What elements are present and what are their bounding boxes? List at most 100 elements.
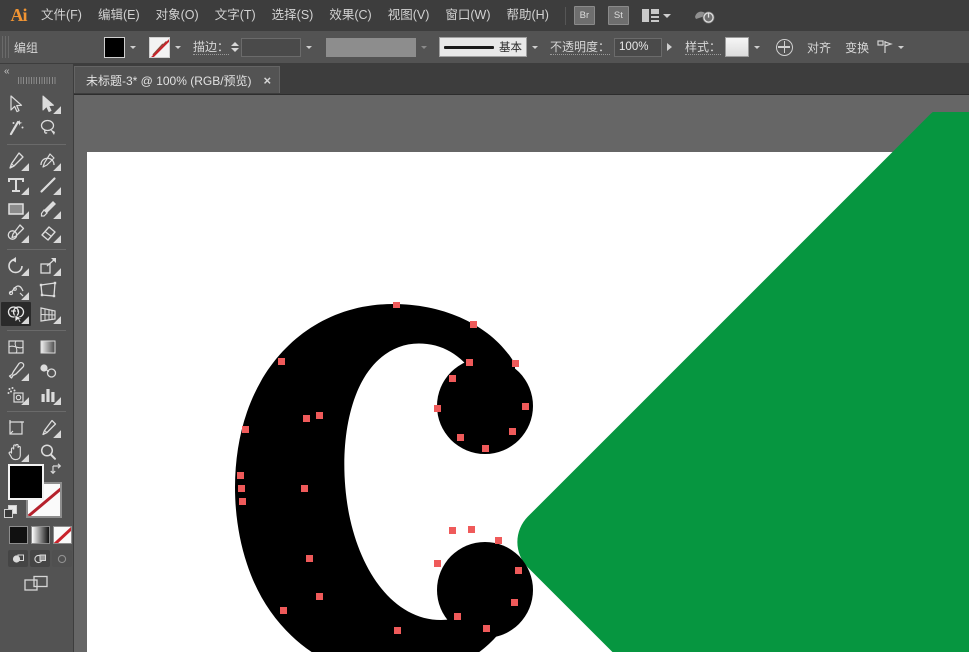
menu-window[interactable]: 窗口(W): [437, 0, 498, 31]
zoom-tool[interactable]: [33, 440, 63, 464]
tools-row: [0, 173, 73, 197]
brush-definition-select[interactable]: 基本: [439, 37, 527, 57]
stroke-weight-chevron-down-icon[interactable]: [301, 37, 316, 57]
graphic-style-swatch[interactable]: [725, 37, 749, 57]
brush-chevron-down-icon[interactable]: [527, 37, 542, 57]
menu-select[interactable]: 选择(S): [264, 0, 322, 31]
menu-help[interactable]: 帮助(H): [499, 0, 557, 31]
type-tool[interactable]: [1, 173, 31, 197]
style-chevron-down-icon[interactable]: [749, 37, 764, 57]
fill-swatch[interactable]: [8, 464, 44, 500]
color-mode-gradient[interactable]: [31, 526, 50, 544]
color-mode-buttons: [9, 526, 72, 544]
arrange-documents-icon[interactable]: [642, 9, 659, 22]
symbol-sprayer-tool[interactable]: [1, 383, 31, 407]
color-mode-solid[interactable]: [9, 526, 28, 544]
select-similar-objects-icon[interactable]: [877, 40, 893, 54]
stroke-weight-stepper[interactable]: [229, 37, 241, 57]
tools-grid: [0, 92, 73, 464]
tools-row: [0, 440, 73, 464]
fill-color-swatch[interactable]: [104, 37, 125, 58]
tools-row: [0, 254, 73, 278]
shape-builder-tool[interactable]: [1, 302, 31, 326]
close-icon[interactable]: ×: [264, 74, 272, 87]
direct-selection-tool[interactable]: [33, 92, 63, 116]
control-bar-grip[interactable]: [0, 31, 9, 63]
draw-normal-icon[interactable]: [8, 550, 28, 567]
paintbrush-tool[interactable]: [33, 197, 63, 221]
magic-wand-tool[interactable]: [1, 116, 31, 140]
tools-row: [0, 92, 73, 116]
canvas-scroll-area[interactable]: [74, 95, 969, 652]
free-transform-tool[interactable]: [33, 278, 63, 302]
color-mode-none[interactable]: [53, 526, 72, 544]
drawing-mode-buttons: [8, 550, 72, 567]
opacity-label: 不透明度：: [550, 40, 610, 55]
width-tool[interactable]: [1, 278, 31, 302]
menu-object[interactable]: 对象(O): [148, 0, 207, 31]
stroke-color-swatch[interactable]: [149, 37, 170, 58]
slice-tool[interactable]: [33, 416, 63, 440]
tools-divider: [7, 330, 66, 331]
bridge-icon[interactable]: Br: [574, 6, 595, 25]
stock-icon[interactable]: St: [608, 6, 629, 25]
draw-behind-icon[interactable]: [30, 550, 50, 567]
tools-row: [0, 278, 73, 302]
shaper-pencil-tool[interactable]: [1, 221, 31, 245]
green-rounded-diamond[interactable]: [517, 112, 969, 652]
variable-width-profile-input[interactable]: [326, 38, 416, 57]
line-segment-tool[interactable]: [33, 173, 63, 197]
tools-divider: [7, 144, 66, 145]
collapse-panel-icon[interactable]: «: [4, 66, 9, 77]
artboard[interactable]: [87, 152, 969, 652]
tools-panel-grip[interactable]: [18, 77, 56, 84]
hand-tool[interactable]: [1, 440, 31, 464]
lasso-tool[interactable]: [33, 116, 63, 140]
default-fill-stroke-icon[interactable]: [4, 505, 18, 519]
tools-row: [0, 416, 73, 440]
eraser-tool[interactable]: [33, 221, 63, 245]
curvature-tool[interactable]: [33, 149, 63, 173]
rotate-tool[interactable]: [1, 254, 31, 278]
column-graph-tool[interactable]: [33, 383, 63, 407]
stroke-weight-input[interactable]: [241, 38, 301, 57]
perspective-grid-tool[interactable]: [33, 302, 63, 326]
opacity-chevron-right-icon[interactable]: [662, 37, 677, 57]
fill-chevron-down-icon[interactable]: [125, 37, 140, 57]
blend-tool[interactable]: [33, 359, 63, 383]
mesh-tool[interactable]: [1, 335, 31, 359]
pen-tool[interactable]: [1, 149, 31, 173]
align-button[interactable]: 对齐: [807, 39, 831, 56]
menu-edit[interactable]: 编辑(E): [90, 0, 148, 31]
variable-width-profile-chevron-down-icon[interactable]: [416, 37, 431, 57]
menu-file[interactable]: 文件(F): [33, 0, 90, 31]
swap-fill-stroke-icon[interactable]: [50, 462, 64, 476]
gradient-tool[interactable]: [33, 335, 63, 359]
menu-effect[interactable]: 效果(C): [321, 0, 379, 31]
stroke-chevron-down-icon[interactable]: [170, 37, 185, 57]
scale-tool[interactable]: [33, 254, 63, 278]
tools-row: [0, 149, 73, 173]
tools-row: [0, 335, 73, 359]
rectangle-tool[interactable]: [1, 197, 31, 221]
document-tab[interactable]: 未标题-3* @ 100% (RGB/预览) ×: [74, 66, 280, 93]
artboard-tool[interactable]: [1, 416, 31, 440]
letter-c-path[interactable]: [227, 302, 537, 652]
arrange-chevron-down-icon[interactable]: [663, 14, 671, 18]
menu-type[interactable]: 文字(T): [207, 0, 264, 31]
creative-cloud-sync-icon[interactable]: [693, 6, 715, 26]
transform-button[interactable]: 变换: [845, 39, 869, 56]
opacity-input[interactable]: 100%: [614, 38, 662, 57]
recolor-artwork-icon[interactable]: [776, 39, 793, 56]
tools-row: [0, 383, 73, 407]
select-similar-chevron-down-icon[interactable]: [893, 37, 908, 57]
change-screen-mode-icon[interactable]: [22, 573, 52, 595]
brush-preview-icon: [444, 46, 494, 49]
illustrator-window: Ai 文件(F) 编辑(E) 对象(O) 文字(T) 选择(S) 效果(C) 视…: [0, 0, 969, 652]
selection-tool[interactable]: [1, 92, 31, 116]
eyedropper-tool[interactable]: [1, 359, 31, 383]
draw-inside-icon[interactable]: [52, 550, 72, 567]
menu-view[interactable]: 视图(V): [380, 0, 438, 31]
control-bar: 编组 描边： 基本 不透明度： 100%: [0, 31, 969, 64]
fill-stroke-controls: [4, 464, 69, 574]
